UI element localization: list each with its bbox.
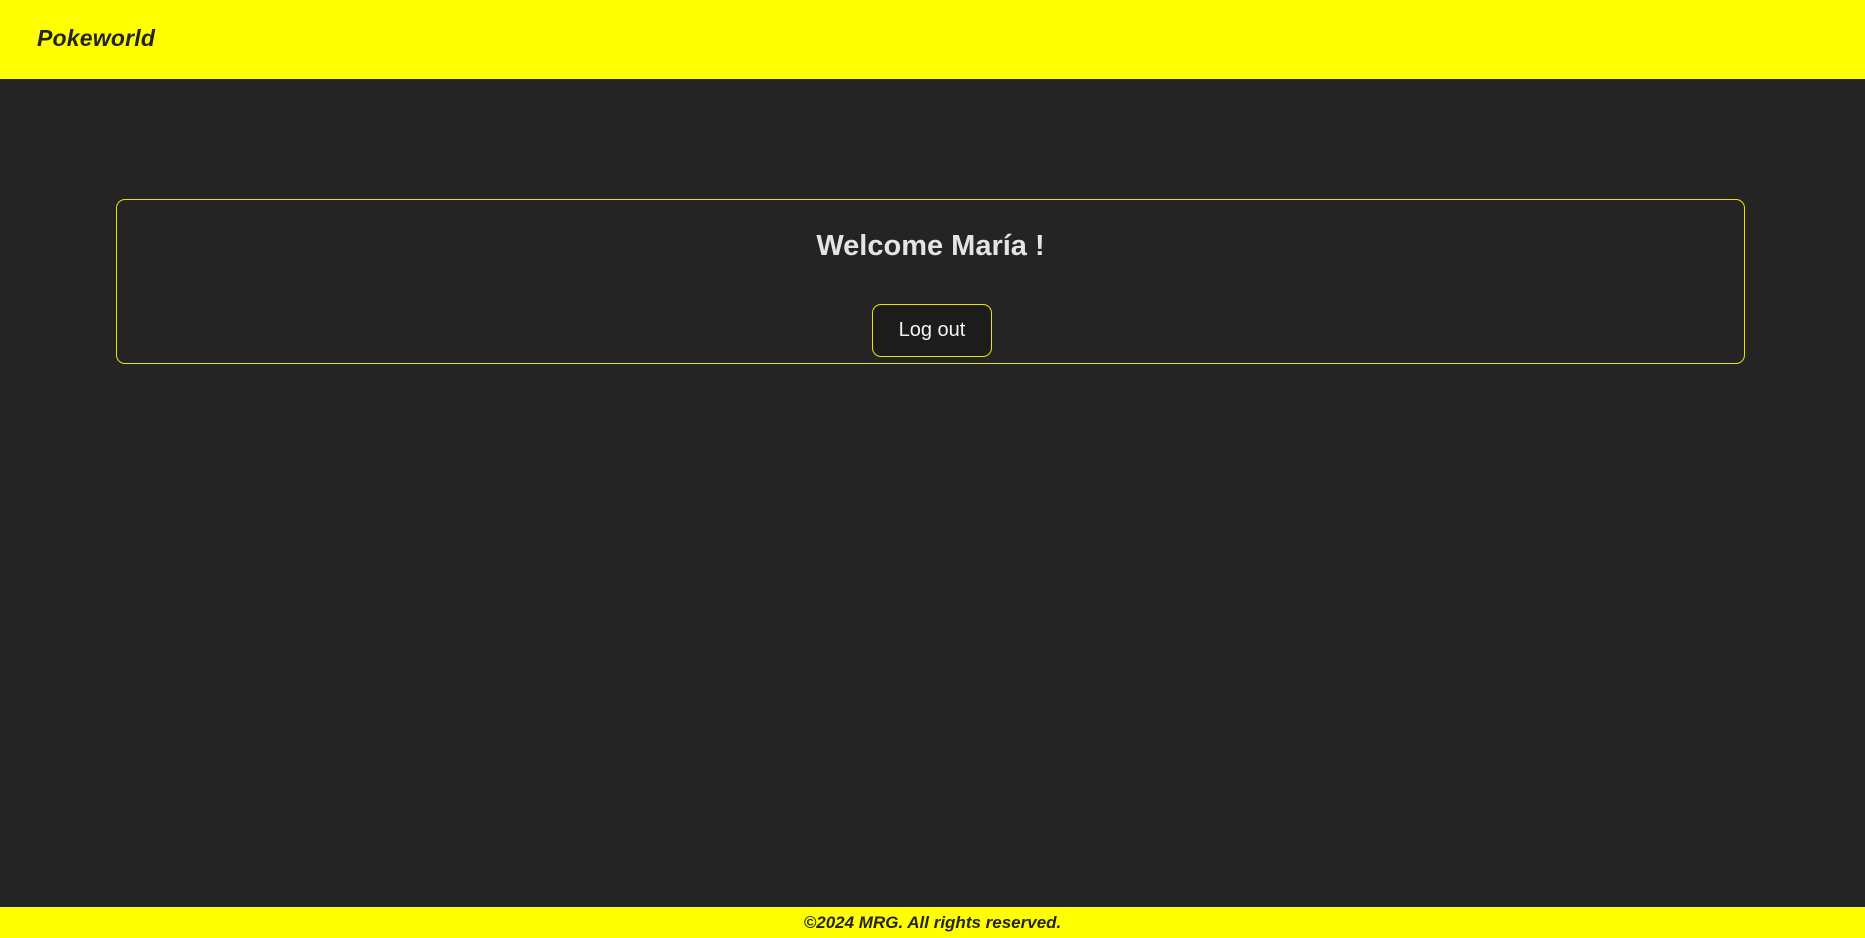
main-content: Welcome María ! Log out [0,79,1865,907]
copyright-text: ©2024 MRG. All rights reserved. [803,912,1062,932]
page-footer: ©2024 MRG. All rights reserved. [0,907,1865,938]
brand-logo-text[interactable]: Pokeworld [37,25,155,52]
top-header: Pokeworld [0,0,1865,79]
logout-button[interactable]: Log out [872,304,992,357]
welcome-card: Welcome María ! Log out [116,199,1745,364]
welcome-title: Welcome María ! [816,230,1045,262]
